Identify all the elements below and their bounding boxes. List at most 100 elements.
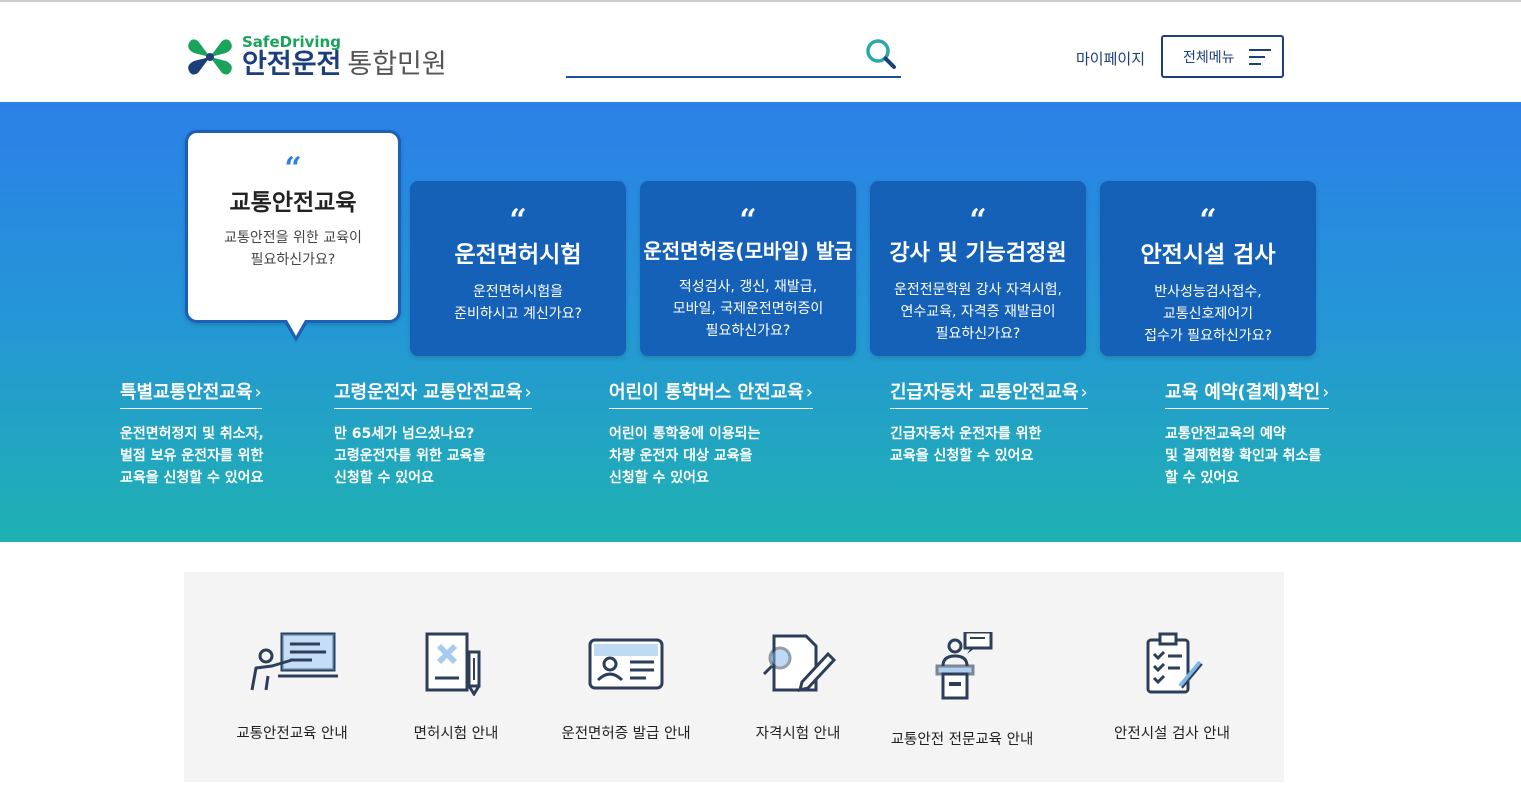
search-icon[interactable] xyxy=(865,38,897,70)
hero-section: “ 교통안전교육 교통안전을 위한 교육이 필요하신가요? “ 운전면허시험 운… xyxy=(0,102,1521,542)
sublink-title[interactable]: 고령운전자 교통안전교육 › xyxy=(334,378,532,409)
guide-traffic-education[interactable]: 교통안전교육 안내 xyxy=(202,632,382,743)
guide-license-exam[interactable]: 면허시험 안내 xyxy=(366,632,546,743)
card-license-exam[interactable]: “ 운전면허시험 운전면허시험을 준비하시고 계신가요? xyxy=(410,181,626,356)
sublink-desc-line: 교통안전교육의 예약 xyxy=(1165,426,1286,442)
quote-icon: “ xyxy=(509,203,527,238)
guide-label: 면허시험 안내 xyxy=(413,726,499,742)
mypage-link[interactable]: 마이페이지 xyxy=(1076,48,1145,69)
sublink-desc-line: 신청할 수 있어요 xyxy=(334,470,434,486)
exam-paper-icon xyxy=(762,634,837,693)
all-menu-button[interactable]: 전체메뉴 xyxy=(1161,35,1284,78)
quote-icon: “ xyxy=(284,151,302,186)
card-title: 운전면허시험 xyxy=(454,242,582,268)
sublink-desc: 만 65세가 넘으셨나요? 고령운전자를 위한 교육을 신청할 수 있어요 xyxy=(334,423,532,489)
site-logo[interactable]: SafeDriving 안전운전 통합민원 xyxy=(184,34,447,80)
card-desc-line: 접수가 필요하신가요? xyxy=(1144,328,1272,344)
chevron-right-icon: › xyxy=(1080,382,1088,403)
quote-icon: “ xyxy=(1199,203,1217,238)
sublink-title-text: 고령운전자 교통안전교육 xyxy=(334,382,523,403)
card-desc-line: 필요하신가요? xyxy=(935,326,1021,342)
sublink-desc-line: 교육을 신청할 수 있어요 xyxy=(890,448,1034,464)
sublink-title-text: 긴급자동차 교통안전교육 xyxy=(890,382,1079,403)
sublink-desc: 교통안전교육의 예약 및 결제현황 확인과 취소를 할 수 있어요 xyxy=(1165,423,1329,489)
id-card-icon xyxy=(588,638,664,690)
card-desc-line: 연수교육, 자격증 재발급이 xyxy=(900,304,1056,320)
site-header: SafeDriving 안전운전 통합민원 마이페이지 전체메뉴 xyxy=(0,2,1521,102)
card-traffic-safety-education[interactable]: “ 교통안전교육 교통안전을 위한 교육이 필요하신가요? xyxy=(185,130,401,342)
sublink-desc: 긴급자동차 운전자를 위한 교육을 신청할 수 있어요 xyxy=(890,423,1088,467)
card-desc: 적성검사, 갱신, 재발급, 모바일, 국제운전면허증이 필요하신가요? xyxy=(640,276,856,342)
card-title: 운전면허증(모바일) 발급 xyxy=(643,239,853,263)
sublink-desc-line: 만 65세가 넘으셨나요? xyxy=(334,426,475,442)
sublink-special-education[interactable]: 특별교통안전교육 › 운전면허정지 및 취소자, 벌점 보유 운전자를 위한 교육… xyxy=(120,378,264,489)
guide-label: 운전면허증 발급 안내 xyxy=(561,726,691,742)
card-desc-line: 운전전문학원 강사 자격시험, xyxy=(894,282,1062,298)
card-desc: 반사성능검사접수, 교통신호제어기 접수가 필요하신가요? xyxy=(1100,281,1316,347)
sublink-desc: 어린이 통학용에 이용되는 차량 운전자 대상 교육을 신청할 수 있어요 xyxy=(609,423,813,489)
guide-safety-facility[interactable]: 안전시설 검사 안내 xyxy=(1082,632,1262,743)
clipboard-checklist-icon xyxy=(1146,632,1203,694)
guide-label: 자격시험 안내 xyxy=(755,726,841,742)
card-instructor-examiner[interactable]: “ 강사 및 기능검정원 운전전문학원 강사 자격시험, 연수교육, 자격증 재… xyxy=(870,181,1086,356)
card-title: 교통안전교육 xyxy=(229,190,357,216)
quote-icon: “ xyxy=(969,203,987,238)
card-desc-line: 운전면허시험을 xyxy=(472,284,564,300)
sublink-desc-line: 신청할 수 있어요 xyxy=(609,470,709,486)
sublink-desc-line: 교육을 신청할 수 있어요 xyxy=(120,470,264,486)
card-desc: 교통안전을 위한 교육이 필요하신가요? xyxy=(188,227,398,271)
sublink-senior-driver[interactable]: 고령운전자 교통안전교육 › 만 65세가 넘으셨나요? 고령운전자를 위한 교육… xyxy=(334,378,532,489)
sublink-desc-line: 및 결제현황 확인과 취소를 xyxy=(1165,448,1322,464)
sublink-desc-line: 할 수 있어요 xyxy=(1165,470,1240,486)
card-desc: 운전면허시험을 준비하시고 계신가요? xyxy=(410,281,626,325)
clover-logo-icon xyxy=(188,39,232,75)
sublink-title-text: 특별교통안전교육 xyxy=(120,382,253,403)
quote-icon: “ xyxy=(739,203,757,238)
guide-label: 교통안전교육 안내 xyxy=(236,726,348,742)
guide-label: 교통안전 전문교육 안내 xyxy=(890,732,1034,748)
card-desc-line: 필요하신가요? xyxy=(250,252,336,268)
chevron-right-icon: › xyxy=(524,382,532,403)
sublink-title[interactable]: 긴급자동차 교통안전교육 › xyxy=(890,378,1088,409)
card-desc-line: 모바일, 국제운전면허증이 xyxy=(672,301,824,317)
card-desc-line: 교통신호제어기 xyxy=(1162,306,1254,322)
chevron-right-icon: › xyxy=(1322,382,1330,403)
card-safety-facility-inspection[interactable]: “ 안전시설 검사 반사성능검사접수, 교통신호제어기 접수가 필요하신가요? xyxy=(1100,181,1316,356)
sublink-desc-line: 긴급자동차 운전자를 위한 xyxy=(890,426,1042,442)
sublink-desc-line: 벌점 보유 운전자를 위한 xyxy=(120,448,264,464)
card-license-issue[interactable]: “ 운전면허증(모바일) 발급 적성검사, 갱신, 재발급, 모바일, 국제운전… xyxy=(640,181,856,356)
guide-label: 안전시설 검사 안내 xyxy=(1114,726,1230,742)
card-desc-line: 교통안전을 위한 교육이 xyxy=(224,230,362,246)
search-bar xyxy=(566,36,901,78)
sublink-desc-line: 어린이 통학용에 이용되는 xyxy=(609,426,761,442)
card-desc-line: 준비하시고 계신가요? xyxy=(454,306,582,322)
card-desc-line: 반사성능검사접수, xyxy=(1154,284,1262,300)
license-document-icon xyxy=(425,632,481,696)
hamburger-icon xyxy=(1248,44,1271,70)
sublink-emergency-vehicle[interactable]: 긴급자동차 교통안전교육 › 긴급자동차 운전자를 위한 교육을 신청할 수 있어… xyxy=(890,378,1088,467)
sublink-title-text: 어린이 통학버스 안전교육 xyxy=(609,382,804,403)
chevron-right-icon: › xyxy=(254,382,262,403)
sublink-title[interactable]: 교육 예약(결제)확인 › xyxy=(1165,378,1330,409)
sublink-desc-line: 고령운전자를 위한 교육을 xyxy=(334,448,486,464)
logo-title-gray: 통합민원 xyxy=(347,49,447,80)
speech-tail-inner xyxy=(287,320,305,336)
sublink-desc-line: 차량 운전자 대상 교육을 xyxy=(609,448,753,464)
sublink-title[interactable]: 특별교통안전교육 › xyxy=(120,378,262,409)
card-title: 안전시설 검사 xyxy=(1140,242,1276,268)
guide-license-issue[interactable]: 운전면허증 발급 안내 xyxy=(536,632,716,743)
guide-section: 교통안전교육 안내 면허시험 안내 운전면허증 발급 안내 자격시험 안내 교통… xyxy=(184,572,1284,782)
logo-subtitle: SafeDriving xyxy=(242,33,341,51)
sublink-desc: 운전면허정지 및 취소자, 벌점 보유 운전자를 위한 교육을 신청할 수 있어… xyxy=(120,423,264,489)
chevron-right-icon: › xyxy=(805,382,813,403)
teacher-board-icon xyxy=(250,632,338,691)
search-input[interactable] xyxy=(566,36,856,74)
sublink-title[interactable]: 어린이 통학버스 안전교육 › xyxy=(609,378,813,409)
sublink-reservation-check[interactable]: 교육 예약(결제)확인 › 교통안전교육의 예약 및 결제현황 확인과 취소를 할… xyxy=(1165,378,1330,489)
sublink-school-bus[interactable]: 어린이 통학버스 안전교육 › 어린이 통학용에 이용되는 차량 운전자 대상 교… xyxy=(609,378,813,489)
logo-title: 안전운전 통합민원 xyxy=(242,50,447,80)
card-desc-line: 적성검사, 갱신, 재발급, xyxy=(678,279,818,295)
guide-qualification-exam[interactable]: 자격시험 안내 xyxy=(708,632,888,743)
all-menu-label: 전체메뉴 xyxy=(1183,49,1235,66)
guide-professional-education[interactable]: 교통안전 전문교육 안내 xyxy=(872,632,1052,749)
